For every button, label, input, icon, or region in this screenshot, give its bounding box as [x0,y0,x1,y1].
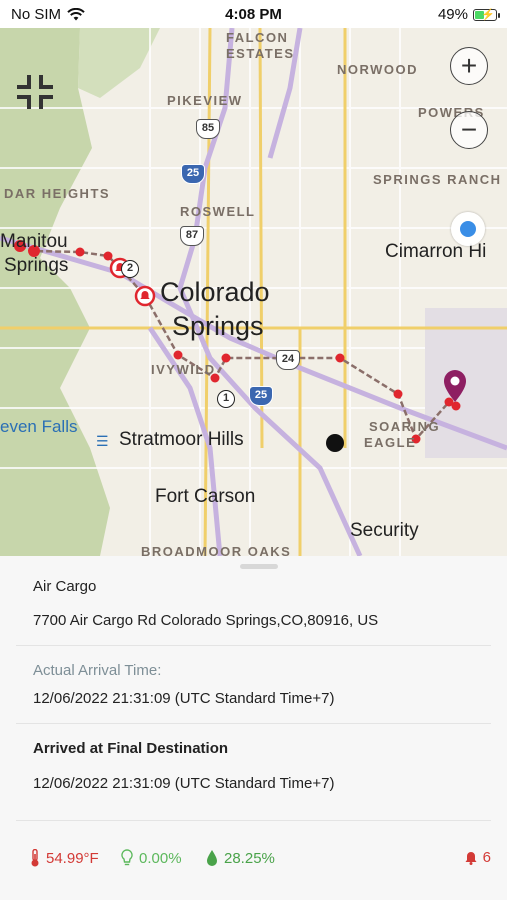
water-drop-icon [207,850,217,866]
highway-shield-i25-south: 25 [249,386,273,406]
stop-marker-2[interactable]: 2 [121,260,139,278]
stop-marker-1[interactable]: 1 [217,390,235,408]
route-point [393,389,403,399]
waterfall-icon: ☰ [96,433,109,449]
status-right: 49% ⚡ [437,6,500,23]
label-pikeview: PIKEVIEW [167,93,243,108]
label-security: Security [350,520,419,541]
temperature-value: 54.99°F [46,849,99,867]
label-estates: ESTATES [226,46,295,61]
route-point [103,251,113,261]
status-bar: No SIM 4:08 PM 49% ⚡ [0,0,507,28]
battery-percent: 49% [437,6,468,23]
thermometer-icon [31,849,39,867]
label-colorado-springs: Springs [172,311,264,341]
alert-count-value: 6 [482,849,491,866]
label-broadmoor: BROADMOOR OAKS [141,544,292,556]
terrain-area-north [78,28,160,98]
label-stratmoor: Stratmoor Hills [119,429,244,450]
label-manitou-springs: Springs [4,255,69,276]
moisture-reading[interactable]: 28.25% [206,849,275,867]
actual-arrival-time: 12/06/2022 21:31:09 (UTC Standard Time+7… [33,690,335,707]
label-eagle: EAGLE [364,435,417,450]
highway-shield-i25: 25 [181,164,205,184]
sheet-drag-handle[interactable] [240,564,278,569]
details-sheet: Air Cargo 7700 Air Cargo Rd Colorado Spr… [0,556,507,900]
route-point [173,350,183,360]
bell-icon [465,851,477,865]
label-springs-ranch: SPRINGS RANCH [373,172,502,187]
actual-arrival-label: Actual Arrival Time: [33,662,162,679]
divider [16,723,491,724]
my-location-button[interactable] [451,212,485,246]
lightbulb-icon [121,849,133,866]
label-norwood: NORWOOD [337,62,419,77]
highway-shield-us24: 24 [276,350,300,370]
label-roswell: ROSWELL [180,204,256,219]
location-name: Air Cargo [33,578,97,595]
route-point [335,353,345,363]
charging-bolt-icon: ⚡ [481,8,495,21]
label-manitou: Manitou [0,231,68,252]
label-falcon: FALCON [226,30,289,45]
clock: 4:08 PM [225,6,282,23]
location-address: 7700 Air Cargo Rd Colorado Springs,CO,80… [33,612,379,629]
zoom-in-button[interactable]: + [450,47,488,85]
final-destination-label: Arrived at Final Destination [33,740,229,757]
label-soaring: SOARING [369,419,441,434]
collapse-icon [17,75,53,109]
label-colorado: Colorado [160,277,270,307]
sensor-readings: 54.99°F 0.00% 28.25% 6 [0,849,507,871]
divider [16,645,491,646]
zoom-out-button[interactable]: − [450,111,488,149]
label-ivywild: IVYWILD [151,362,216,377]
vehicle-position-dot [326,434,344,452]
route-point [75,247,85,257]
airport-area [425,308,507,458]
collapse-map-button[interactable] [16,74,54,110]
plus-icon: + [460,50,478,81]
minus-icon: − [460,114,478,145]
label-fort-carson: Fort Carson [155,486,256,507]
route-point [221,353,231,363]
humidity-value: 0.00% [139,849,182,867]
alert-count[interactable]: 6 [465,849,491,866]
label-dar-heights: DAR HEIGHTS [4,186,111,201]
moisture-value: 28.25% [224,849,275,867]
humidity-reading[interactable]: 0.00% [121,849,182,867]
route-point [451,401,461,411]
final-destination-time: 12/06/2022 21:31:09 (UTC Standard Time+7… [33,775,335,792]
battery-icon: ⚡ [473,8,500,21]
label-seven-falls: even Falls [0,417,78,436]
highway-shield-us87: 87 [180,226,204,246]
highway-shield-us85: 85 [196,119,220,139]
temperature-reading[interactable]: 54.99°F [30,849,99,867]
map-view[interactable]: 2 1 85 25 87 24 25 FALCON ESTATES NORWOO… [0,28,507,556]
divider [16,820,491,821]
